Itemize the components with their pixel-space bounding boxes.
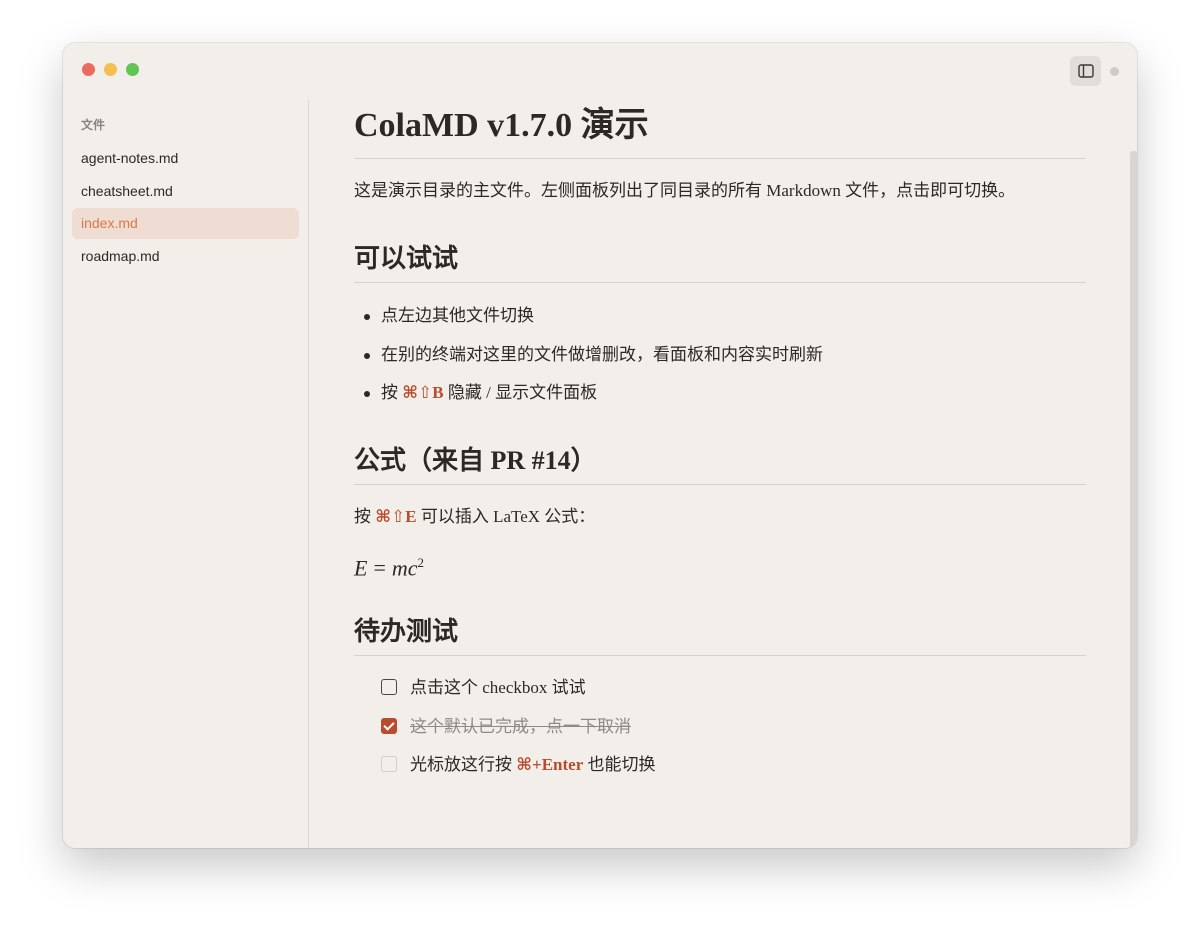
minimize-window-button[interactable] <box>104 63 117 76</box>
task-checkbox[interactable] <box>381 756 397 772</box>
zoom-window-button[interactable] <box>126 63 139 76</box>
list-item: 在别的终端对这里的文件做增删改，看面板和内容实时刷新 <box>354 343 823 367</box>
math-formula[interactable]: E = mc2 <box>354 549 424 582</box>
task-item: 光标放这行按 ⌘+Enter 也能切换 <box>381 753 656 777</box>
file-sidebar: 文件 agent-notes.md cheatsheet.md index.md… <box>63 100 309 848</box>
doc-title: ColaMD v1.7.0 演示 <box>354 104 1086 159</box>
list-item: 按 ⌘⇧B 隐藏 / 显示文件面板 <box>354 381 597 405</box>
task-checkbox[interactable] <box>381 679 397 695</box>
task-checkbox-checked[interactable] <box>381 718 397 734</box>
shortcut-label: ⌘+Enter <box>516 755 584 774</box>
file-item-roadmap[interactable]: roadmap.md <box>72 241 299 272</box>
task-item: 这个默认已完成，点一下取消 <box>381 715 631 739</box>
file-item-index[interactable]: index.md <box>72 208 299 239</box>
sidebar-toggle-icon <box>1077 64 1094 78</box>
app-window: 文件 agent-notes.md cheatsheet.md index.md… <box>63 43 1137 848</box>
list-item: 点左边其他文件切换 <box>354 304 534 328</box>
shortcut-label: ⌘⇧B <box>402 383 444 402</box>
task-item: 点击这个 checkbox 试试 <box>381 676 586 700</box>
section-try-heading: 可以试试 <box>354 242 1086 283</box>
section-formula-heading: 公式（来自 PR #14） <box>354 444 1086 485</box>
sidebar-title: 文件 <box>81 118 106 132</box>
shortcut-label: ⌘⇧E <box>375 507 417 526</box>
file-item-agent-notes[interactable]: agent-notes.md <box>72 143 299 174</box>
intro-paragraph: 这是演示目录的主文件。左侧面板列出了同目录的所有 Markdown 文件，点击即… <box>354 181 1016 200</box>
status-dot <box>1110 67 1119 76</box>
file-list: agent-notes.md cheatsheet.md index.md ro… <box>72 143 299 273</box>
section-todo-heading: 待办测试 <box>354 615 1086 656</box>
close-window-button[interactable] <box>82 63 95 76</box>
content-scrollbar[interactable] <box>1130 151 1137 848</box>
toggle-sidebar-button[interactable] <box>1070 56 1101 86</box>
window-controls <box>82 63 139 76</box>
formula-paragraph: 按 ⌘⇧E 可以插入 LaTeX 公式： <box>354 507 596 526</box>
file-item-cheatsheet[interactable]: cheatsheet.md <box>72 176 299 207</box>
